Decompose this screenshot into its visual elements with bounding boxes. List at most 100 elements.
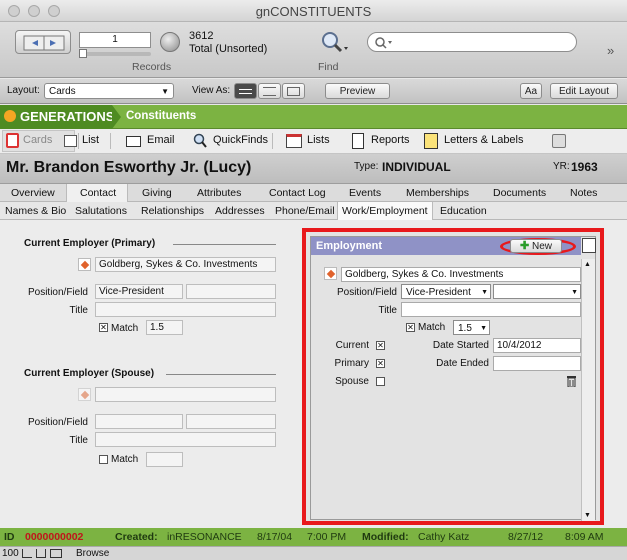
go-to-employer-icon[interactable] (78, 388, 91, 401)
employment-position-select[interactable]: Vice-President ▼ (401, 284, 491, 299)
view-as-form-button[interactable] (234, 83, 257, 99)
tab-education[interactable]: Education (440, 205, 487, 217)
new-button-label: New (531, 241, 552, 252)
nav-item-letters-labels[interactable]: Letters & Labels (444, 134, 524, 146)
tab-phone-email[interactable]: Phone/Email (275, 205, 335, 217)
list-icon (64, 135, 77, 147)
table-view-icon (287, 87, 300, 96)
scroll-down-icon[interactable]: ▼ (584, 512, 591, 519)
tab-giving[interactable]: Giving (142, 187, 172, 199)
section-rule (166, 374, 276, 375)
preview-button[interactable]: Preview (325, 83, 390, 99)
nav-item-reports[interactable]: Reports (371, 134, 410, 146)
mode-label[interactable]: Browse (76, 548, 109, 559)
tab-work-employment[interactable]: Work/Employment (342, 205, 428, 217)
tab-contact-log[interactable]: Contact Log (269, 187, 326, 199)
trash-icon[interactable] (566, 375, 577, 388)
nav-separator (78, 133, 79, 149)
go-to-employer-icon[interactable] (324, 267, 337, 280)
tab-relationships[interactable]: Relationships (141, 205, 204, 217)
view-as-list-button[interactable] (258, 83, 281, 99)
date-started-field[interactable]: 10/4/2012 (493, 338, 581, 353)
tab-memberships[interactable]: Memberships (406, 187, 469, 199)
primary-position-label: Position/Field (27, 287, 88, 298)
type-label: Type: (354, 161, 379, 172)
modified-date: 8/27/12 (508, 531, 544, 543)
nav-item-email[interactable]: Email (147, 134, 175, 146)
primary-position-field[interactable]: Vice-President (95, 284, 183, 299)
record-number-input[interactable]: 1 (79, 32, 151, 48)
chevron-down-icon: ▼ (571, 289, 578, 296)
record-slider-thumb[interactable] (79, 49, 87, 58)
edit-layout-button[interactable]: Edit Layout (550, 83, 618, 99)
tab-events[interactable]: Events (349, 187, 381, 199)
tab-addresses[interactable]: Addresses (215, 205, 265, 217)
window-mode-icon[interactable] (50, 549, 62, 558)
nav-item-lists[interactable]: Lists (307, 134, 330, 146)
primary-match-checkbox[interactable]: ✕ (99, 323, 108, 332)
tab-attributes[interactable]: Attributes (197, 187, 241, 199)
find-button[interactable] (318, 30, 348, 56)
created-label: Created: (115, 531, 158, 543)
tab-names-bio[interactable]: Names & Bio (5, 205, 66, 217)
spouse-checkbox[interactable] (376, 377, 385, 386)
zoom-level[interactable]: 100 (2, 548, 19, 559)
module-name: Constituents (126, 110, 197, 122)
email-icon (126, 136, 141, 147)
quickfinds-icon (193, 133, 207, 148)
book-icon (23, 35, 65, 51)
spouse-position-label: Position/Field (27, 417, 88, 428)
current-checkbox[interactable]: ✕ (376, 341, 385, 350)
primary-title-field[interactable] (95, 302, 276, 317)
layout-select-value: Cards (49, 86, 76, 97)
spouse-match-field[interactable] (146, 452, 183, 467)
nav-item-quickfinds[interactable]: QuickFinds (213, 134, 268, 146)
primary-position-extra-field[interactable] (186, 284, 276, 299)
record-slider[interactable] (79, 52, 151, 56)
employment-title-label: Title (378, 305, 397, 316)
logo-text: GENERATIONS (20, 109, 115, 124)
tab-notes[interactable]: Notes (570, 187, 597, 199)
gift-icon[interactable] (552, 134, 566, 148)
spouse-match-checkbox[interactable] (99, 455, 108, 464)
nav-item-list[interactable]: List (82, 134, 99, 146)
primary-match-field[interactable]: 1.5 (146, 320, 183, 335)
new-employment-button[interactable]: ✚ New (510, 239, 562, 253)
notes-icon[interactable] (582, 238, 596, 253)
tab-salutations[interactable]: Salutations (75, 205, 127, 217)
tab-contact[interactable]: Contact (80, 187, 116, 199)
chevron-down-icon: ▼ (481, 289, 488, 296)
current-label: Current (335, 340, 369, 351)
employment-portal: Employment ✚ New Goldberg, Sykes & Co. I… (310, 236, 596, 521)
tab-overview[interactable]: Overview (11, 187, 55, 199)
brand-bar: GENERATIONS Constituents (0, 105, 627, 129)
spouse-match-label: Match (111, 454, 139, 465)
nav-item-cards[interactable]: Cards (23, 134, 52, 146)
employment-title-field[interactable] (401, 302, 581, 317)
spouse-position-field[interactable] (95, 414, 183, 429)
spouse-position-extra-field[interactable] (186, 414, 276, 429)
employment-position-extra-select[interactable]: ▼ (493, 284, 581, 299)
book-navigation[interactable] (15, 30, 71, 54)
spouse-title-field[interactable] (95, 432, 276, 447)
layout-select[interactable]: Cards ▼ (44, 83, 174, 99)
spouse-employer-field[interactable] (95, 387, 276, 402)
portal-scrollbar[interactable]: ▲ ▼ (581, 259, 595, 521)
view-as-table-button[interactable] (282, 83, 305, 99)
zoom-icon[interactable] (22, 549, 32, 558)
go-to-employer-icon[interactable] (78, 258, 91, 271)
employment-match-checkbox[interactable]: ✕ (406, 323, 415, 332)
employment-match-select[interactable]: 1.5 ▼ (453, 320, 490, 335)
primary-employer-title: Current Employer (Primary) (24, 238, 156, 249)
toolbar-overflow-icon[interactable]: » (607, 43, 614, 58)
text-format-button[interactable]: Aa (520, 83, 542, 99)
employment-employer-field[interactable]: Goldberg, Sykes & Co. Investments (341, 267, 581, 282)
scroll-up-icon[interactable]: ▲ (584, 261, 591, 268)
plus-icon: ✚ (519, 240, 530, 252)
primary-checkbox[interactable]: ✕ (376, 359, 385, 368)
search-input[interactable] (367, 32, 577, 52)
primary-employer-field[interactable]: Goldberg, Sykes & Co. Investments (95, 257, 276, 272)
date-ended-field[interactable] (493, 356, 581, 371)
tab-documents[interactable]: Documents (493, 187, 546, 199)
status-toolbar-toggle-icon[interactable] (36, 549, 46, 558)
